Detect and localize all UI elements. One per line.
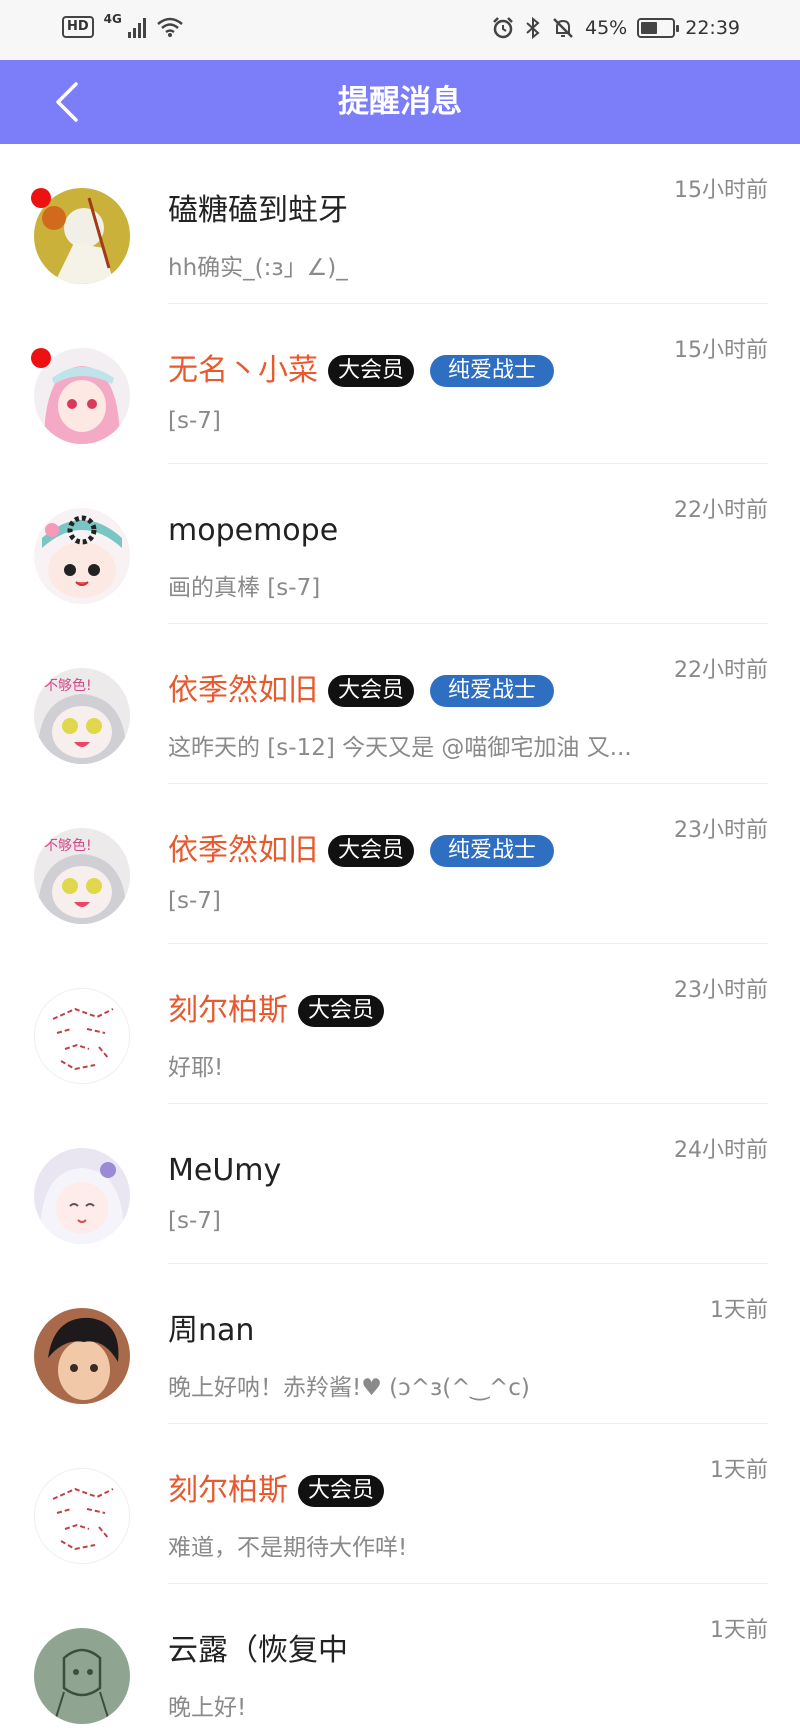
svg-text:不够色!: 不够色! [44,677,92,694]
message-time: 1天前 [710,1458,768,1483]
avatar[interactable]: 不够色! [34,668,130,764]
alarm-icon [493,17,513,39]
message-preview: 这昨天的 [s-12] 今天又是 @喵御宅加油 又... [168,735,632,761]
unread-dot [31,348,51,368]
sender-name[interactable]: 依季然如旧 [168,830,318,872]
message-item[interactable]: mopemope 画的真棒 [s-7] 22小时前 [0,464,800,624]
vip-badge: 大会员 [328,675,415,707]
sender-name[interactable]: 依季然如旧 [168,670,318,712]
vip-badge: 大会员 [328,835,415,867]
sender-name[interactable]: 云露（恢复中 [168,1630,348,1672]
message-time: 23小时前 [674,978,768,1003]
avatar[interactable]: 不够色! [34,828,130,924]
message-item[interactable]: MeUmy [s-7] 24小时前 [0,1104,800,1264]
message-time: 15小时前 [674,338,768,363]
message-item[interactable]: 不够色! 依季然如旧 大会员 纯爱战士 [s-7] 23小时前 [0,784,800,944]
fan-tag-badge: 纯爱战士 [430,355,555,387]
avatar[interactable] [34,508,130,604]
status-bar: HD 4G 45% 22:39 [0,0,800,60]
avatar[interactable] [34,1308,130,1404]
battery-icon [637,18,680,38]
message-time: 1天前 [710,1298,768,1323]
message-preview: 晚上好呐！赤羚酱!♥ (ↄ^з(^‿^c) [168,1375,530,1401]
fan-tag-badge: 纯爱战士 [430,675,555,707]
sender-name[interactable]: 周nan [168,1310,254,1352]
sender-name[interactable]: 磕糖磕到蛀牙 [168,190,348,232]
message-time: 1天前 [710,1618,768,1643]
message-preview: hh确实_(:з」∠)_ [168,255,348,281]
sender-name[interactable]: 刻尔柏斯 [168,990,288,1032]
unread-dot [31,188,51,208]
message-preview: [s-7] [168,408,221,434]
message-item[interactable]: 云露（恢复中 晚上好! 1天前 [0,1584,800,1733]
page-title: 提醒消息 [338,84,462,120]
sender-name[interactable]: mopemope [168,510,338,552]
clock: 22:39 [685,17,740,39]
avatar[interactable] [34,1628,130,1724]
message-preview: 好耶! [168,1055,224,1081]
avatar[interactable] [34,1468,130,1564]
message-time: 22小时前 [674,498,768,523]
status-right: 45% 22:39 [491,16,740,40]
message-item[interactable]: 刻尔柏斯 大会员 好耶! 23小时前 [0,944,800,1104]
svg-text:不够色!: 不够色! [44,837,92,854]
avatar[interactable] [34,1148,130,1244]
battery-percent: 45% [585,17,628,39]
message-item[interactable]: 刻尔柏斯 大会员 难道，不是期待大作咩! 1天前 [0,1424,800,1584]
message-preview: 晚上好! [168,1695,247,1721]
message-time: 24小时前 [674,1138,768,1163]
vip-badge: 大会员 [328,355,415,387]
message-preview: 难道，不是期待大作咩! [168,1535,408,1561]
mute-icon [553,18,573,38]
message-time: 15小时前 [674,178,768,203]
message-item[interactable]: 磕糖磕到蛀牙 hh确实_(:з」∠)_ 15小时前 [0,144,800,304]
network-type: 4G [103,12,122,26]
bluetooth-icon [526,16,540,40]
wifi-icon [157,17,183,37]
status-left: HD 4G [62,12,184,38]
avatar[interactable] [34,988,130,1084]
sender-name[interactable]: 刻尔柏斯 [168,1470,288,1512]
sender-name[interactable]: 无名丶小菜 [168,350,318,392]
hd-icon: HD [62,16,94,38]
signal-icon [127,16,146,38]
message-item[interactable]: 不够色! 依季然如旧 大会员 纯爱战士 这昨天的 [s-12] 今天又是 @喵御… [0,624,800,784]
message-list: 磕糖磕到蛀牙 hh确实_(:з」∠)_ 15小时前 无名丶小菜 大会员 纯爱战士… [0,144,800,1733]
message-item[interactable]: 周nan 晚上好呐！赤羚酱!♥ (ↄ^з(^‿^c) 1天前 [0,1264,800,1424]
vip-badge: 大会员 [298,1475,385,1507]
message-item[interactable]: 无名丶小菜 大会员 纯爱战士 [s-7] 15小时前 [0,304,800,464]
message-preview: [s-7] [168,1208,221,1234]
nav-bar: 提醒消息 [0,60,800,144]
message-preview: 画的真棒 [s-7] [168,575,321,601]
message-time: 22小时前 [674,658,768,683]
fan-tag-badge: 纯爱战士 [430,835,555,867]
vip-badge: 大会员 [298,995,385,1027]
sender-name[interactable]: MeUmy [168,1150,281,1192]
message-time: 23小时前 [674,818,768,843]
message-preview: [s-7] [168,888,221,914]
